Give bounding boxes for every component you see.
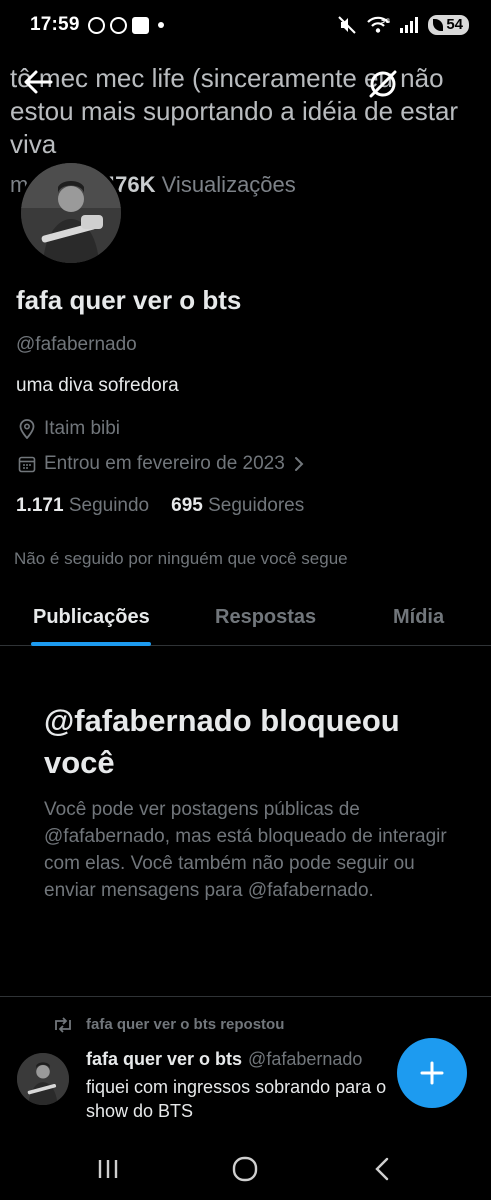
profile-location: Itaim bibi — [18, 418, 120, 440]
chevron-right-icon — [294, 457, 304, 471]
home-app-icon — [131, 16, 149, 34]
repost-icon — [55, 1016, 71, 1033]
profile-joined-text: Entrou em fevereiro de 2023 — [44, 453, 285, 474]
system-navigation-bar — [0, 1138, 491, 1200]
profile-name: fafa quer ver o bts — [16, 285, 242, 315]
divider — [0, 996, 491, 997]
not-followed-note: Não é seguido por ninguém que você segue — [14, 549, 348, 568]
home-circle-icon — [232, 1156, 258, 1182]
repost-label: fafa quer ver o bts repostou — [86, 1016, 285, 1033]
profile-avatar[interactable] — [18, 160, 124, 266]
arrow-left-icon — [24, 70, 53, 94]
home-button[interactable] — [225, 1152, 265, 1186]
notification-icons — [87, 16, 164, 34]
map-pin-icon — [19, 419, 35, 439]
compose-button[interactable] — [397, 1038, 467, 1108]
whatsapp-icon — [87, 16, 105, 34]
status-time: 17:59 — [30, 14, 80, 35]
blocked-title: @fafabernado bloqueou você — [44, 703, 400, 780]
recent-apps-icon — [98, 1160, 118, 1178]
system-icons: 5G 54 — [337, 15, 469, 35]
avatar-image — [21, 163, 121, 263]
tweet-author-avatar[interactable] — [17, 1053, 69, 1105]
followers-label: Seguidores — [208, 495, 305, 516]
following-label: Seguindo — [68, 495, 150, 516]
tweet-header: fafa quer ver o bts @fafabernado — [86, 1049, 362, 1070]
mute-icon — [338, 16, 357, 34]
tweet-author-name[interactable]: fafa quer ver o bts — [86, 1049, 242, 1069]
following-link[interactable]: 1.171 Seguindo — [16, 495, 149, 517]
svg-text:5G: 5G — [381, 18, 390, 25]
tab-respostas[interactable]: Respostas — [215, 606, 316, 629]
battery-indicator: 54 — [428, 15, 469, 35]
signal-icon — [400, 17, 419, 33]
background-tweet-views-label: Visualizações — [161, 172, 296, 197]
battery-level: 54 — [446, 16, 463, 33]
followers-link[interactable]: 695 Seguidores — [171, 495, 304, 517]
profile-location-text: Itaim bibi — [44, 418, 121, 439]
back-button[interactable] — [18, 62, 58, 102]
grok-icon — [369, 70, 397, 98]
calendar-icon — [18, 456, 36, 473]
follow-stats: 1.171 Seguindo 695 Seguidores — [16, 495, 304, 517]
grok-button[interactable] — [363, 64, 403, 104]
background-tweet: tô mec mec life (sinceramente eu não est… — [10, 62, 491, 161]
background-tweet-text: tô mec mec life (sinceramente eu não est… — [10, 63, 459, 159]
tweet-author-handle[interactable]: @fafabernado — [248, 1049, 362, 1069]
plus-icon — [420, 1061, 444, 1085]
profile-bio: uma diva sofredora — [16, 375, 179, 396]
more-notifications-icon — [157, 22, 164, 28]
status-bar: 17:59 5G 54 — [0, 0, 491, 50]
whatsapp-icon — [109, 16, 127, 34]
wifi-icon: 5G — [367, 16, 390, 33]
profile-joined[interactable]: Entrou em fevereiro de 2023 — [18, 453, 305, 475]
blocked-description: Você pode ver postagens públicas de @faf… — [44, 799, 447, 901]
profile-handle: @fafabernado — [16, 334, 137, 355]
back-nav-button[interactable] — [362, 1152, 402, 1186]
battery-saver-icon — [433, 19, 444, 31]
active-tab-indicator — [31, 642, 151, 646]
tweet-text[interactable]: fiquei com ingressos sobrando para o sho… — [86, 1075, 416, 1123]
avatar-image — [17, 1053, 69, 1105]
chevron-left-icon — [375, 1157, 389, 1181]
followers-count: 695 — [171, 495, 203, 516]
repost-indicator: fafa quer ver o bts repostou — [52, 1016, 284, 1033]
tab-publicacoes[interactable]: Publicações — [33, 606, 150, 629]
profile-tabs: Publicações Respostas Mídia — [0, 590, 491, 646]
recent-apps-button[interactable] — [88, 1152, 128, 1186]
tab-midia[interactable]: Mídia — [393, 606, 444, 629]
following-count: 1.171 — [16, 495, 64, 516]
